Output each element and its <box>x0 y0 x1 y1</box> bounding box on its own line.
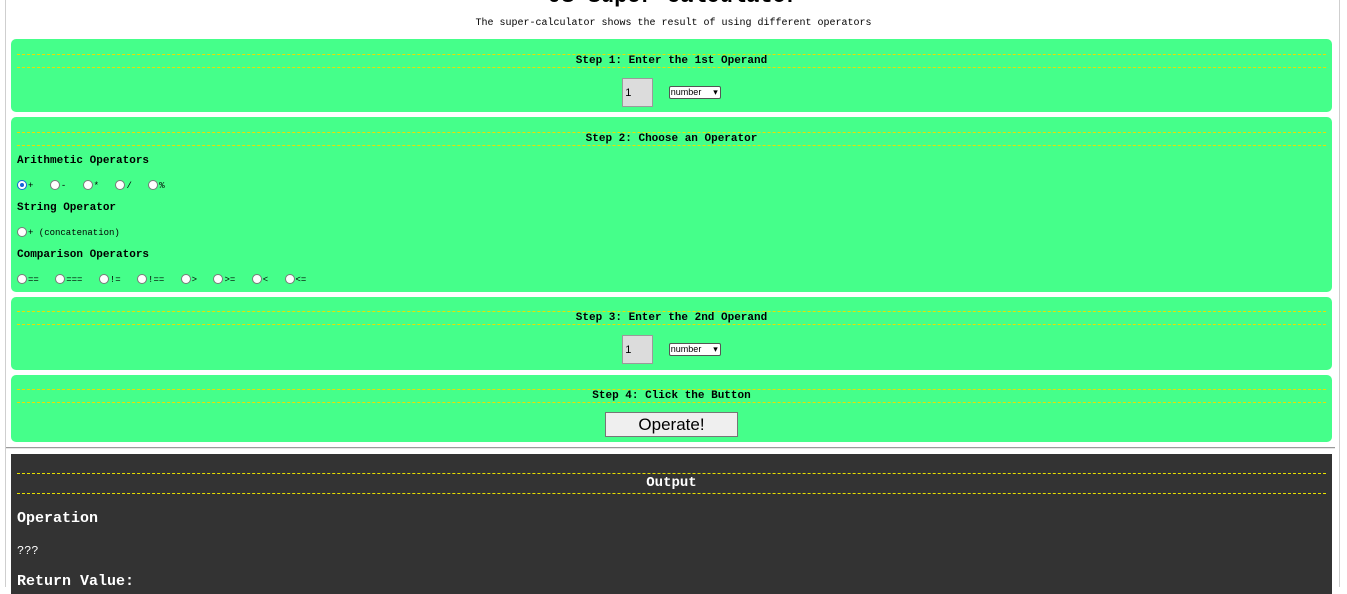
chevron-down-icon: ▾ <box>713 87 718 97</box>
first-operand-type-value: number <box>670 87 702 97</box>
operator-label: == <box>28 275 39 285</box>
first-operand-type-select[interactable]: number ▾ <box>668 86 721 99</box>
operator-label: === <box>66 275 83 285</box>
operator-label: - <box>60 181 67 191</box>
operator-label: <= <box>295 275 307 285</box>
operator-label: * <box>93 181 100 191</box>
comparison-operators-label: Comparison Operators <box>17 249 150 261</box>
operator-option-equal[interactable]: == <box>17 274 39 286</box>
operate-button[interactable]: Operate! <box>605 412 738 437</box>
step1-operand-row: 1 number ▾ <box>11 78 1332 108</box>
chevron-down-icon: ▾ <box>713 344 718 354</box>
step3-heading: Step 3: Enter the 2nd Operand <box>17 311 1326 325</box>
operator-label: > <box>191 275 198 285</box>
arithmetic-operators-group: + - * / % <box>17 180 176 192</box>
operator-option-greater-equal[interactable]: >= <box>213 274 235 286</box>
output-panel: Output Operation ??? Return Value: <box>11 454 1332 594</box>
step2-heading: Step 2: Choose an Operator <box>17 132 1326 146</box>
radio-strict-not-equal[interactable] <box>137 274 148 284</box>
step2-panel: Step 2: Choose an Operator Arithmetic Op… <box>11 117 1332 292</box>
comparison-operators-group: == === != !== > >= < <= <box>17 274 317 286</box>
radio-equal[interactable] <box>17 274 27 284</box>
step4-heading: Step 4: Click the Button <box>17 389 1326 403</box>
operator-option-modulo[interactable]: % <box>148 180 165 192</box>
radio-multiply[interactable] <box>82 180 93 190</box>
radio-strict-equal[interactable] <box>55 274 66 284</box>
string-operator-label: String Operator <box>17 202 117 214</box>
radio-divide[interactable] <box>115 180 126 190</box>
step3-panel: Step 3: Enter the 2nd Operand 1 number ▾ <box>11 297 1332 370</box>
radio-add[interactable] <box>17 180 27 190</box>
radio-greater-equal[interactable] <box>213 274 224 284</box>
radio-not-equal[interactable] <box>98 274 109 284</box>
page-title: JS Super Calculator <box>0 0 1347 10</box>
operator-option-greater[interactable]: > <box>180 274 198 286</box>
operator-option-not-equal[interactable]: != <box>98 274 121 286</box>
operator-option-less[interactable]: < <box>251 274 269 286</box>
arithmetic-operators-label: Arithmetic Operators <box>17 155 150 167</box>
step1-panel: Step 1: Enter the 1st Operand 1 number ▾ <box>11 39 1332 112</box>
output-heading: Output <box>17 473 1326 494</box>
section-divider <box>6 447 1335 449</box>
operator-label: !== <box>148 275 165 285</box>
operator-option-multiply[interactable]: * <box>82 180 100 192</box>
radio-greater[interactable] <box>180 274 191 284</box>
radio-less[interactable] <box>251 274 262 284</box>
operator-option-add[interactable]: + <box>17 180 33 192</box>
second-operand-type-value: number <box>670 344 702 354</box>
page-subtitle: The super-calculator shows the result of… <box>475 18 872 29</box>
operator-option-strict-not-equal[interactable]: !== <box>137 274 164 286</box>
operator-label: / <box>126 181 132 191</box>
operator-label: + (concatenation) <box>28 228 120 238</box>
operator-option-divide[interactable]: / <box>115 180 132 192</box>
first-operand-input[interactable]: 1 <box>622 78 654 107</box>
second-operand-input[interactable]: 1 <box>622 335 654 364</box>
operator-option-subtract[interactable]: - <box>49 180 67 192</box>
operator-label: < <box>262 275 269 285</box>
operator-option-less-equal[interactable]: <= <box>284 274 307 286</box>
step4-panel: Step 4: Click the Button Operate! <box>11 375 1332 442</box>
operator-label: != <box>109 275 121 285</box>
operator-option-strict-equal[interactable]: === <box>55 274 82 286</box>
return-value-label: Return Value: <box>17 573 135 590</box>
operator-label: % <box>159 181 165 191</box>
operator-label: >= <box>224 275 236 285</box>
radio-subtract[interactable] <box>49 180 60 190</box>
radio-less-equal[interactable] <box>284 274 295 284</box>
step3-operand-row: 1 number ▾ <box>11 335 1332 365</box>
operation-label: Operation <box>17 510 99 527</box>
operator-label: + <box>28 181 34 191</box>
second-operand-type-select[interactable]: number ▾ <box>668 343 721 356</box>
radio-modulo[interactable] <box>148 180 159 190</box>
radio-concatenation[interactable] <box>17 227 27 237</box>
operation-value: ??? <box>17 544 39 558</box>
operator-option-concatenation[interactable]: + (concatenation) <box>17 227 120 239</box>
step1-heading: Step 1: Enter the 1st Operand <box>17 54 1326 68</box>
string-operator-group: + (concatenation) <box>17 227 131 239</box>
